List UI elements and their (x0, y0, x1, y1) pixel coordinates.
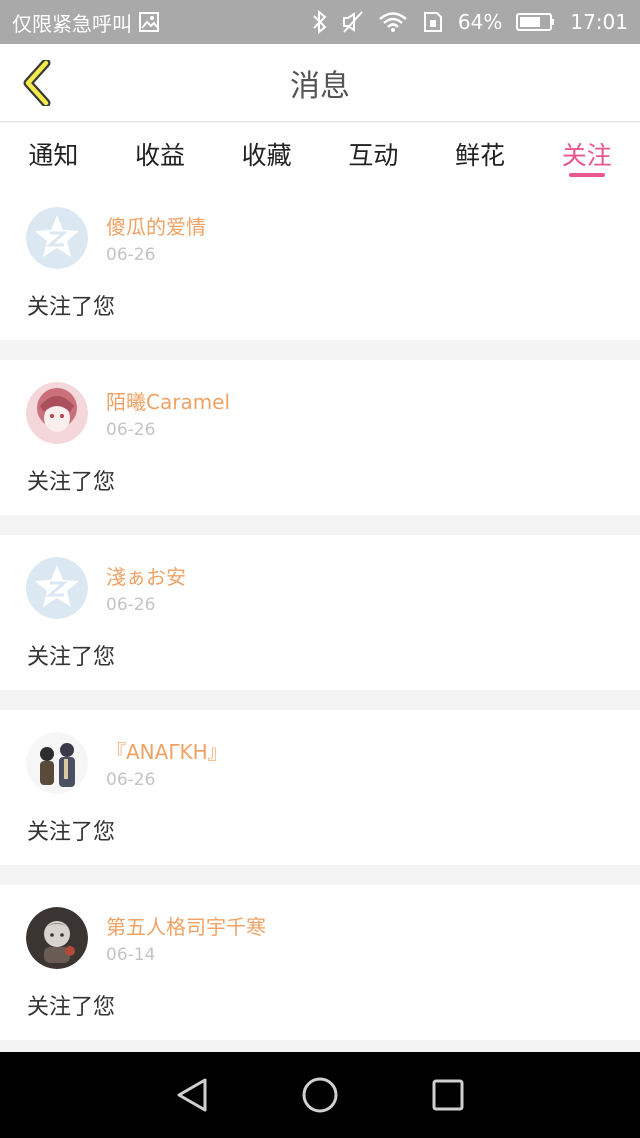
username[interactable]: 傻瓜的爱情 (106, 211, 206, 240)
list-item[interactable]: 淺ぁお安 06-26 关注了您 (0, 535, 640, 690)
bluetooth-icon (312, 10, 328, 34)
username[interactable]: 淺ぁお安 (106, 561, 186, 590)
status-bar: 仅限紧急呼叫 64% 17:01 (0, 0, 640, 44)
action-text: 关注了您 (27, 645, 116, 670)
mute-icon (342, 10, 364, 34)
tab-interactions[interactable]: 互动 (320, 123, 427, 185)
date: 06-26 (106, 420, 156, 440)
default-avatar-icon[interactable] (26, 207, 88, 269)
square-recents-icon (432, 1079, 464, 1111)
user-avatar[interactable] (26, 732, 88, 794)
back-button[interactable] (12, 56, 62, 110)
tab-notifications[interactable]: 通知 (0, 123, 107, 185)
triangle-back-icon (177, 1078, 207, 1112)
username[interactable]: 陌曦Caramel (106, 386, 230, 415)
default-avatar-icon[interactable] (26, 557, 88, 619)
action-text: 关注了您 (27, 470, 116, 495)
tab-favorites[interactable]: 收藏 (213, 123, 320, 185)
list-item[interactable]: 『ΑΝΑΓΚΗ』 06-26 关注了您 (0, 710, 640, 865)
header: 消息 (0, 44, 640, 122)
tab-bar: 通知 收益 收藏 互动 鲜花 关注 (0, 123, 640, 185)
date: 06-26 (106, 770, 156, 790)
image-icon (138, 11, 160, 33)
wifi-icon (378, 11, 408, 33)
user-avatar[interactable] (26, 907, 88, 969)
system-nav-bar (0, 1052, 640, 1138)
action-text: 关注了您 (27, 295, 116, 320)
action-text: 关注了您 (27, 820, 116, 845)
nav-back-button[interactable] (162, 1065, 222, 1125)
username[interactable]: 『ΑΝΑΓΚΗ』 (106, 736, 228, 765)
circle-home-icon (302, 1077, 338, 1113)
username[interactable]: 第五人格司宇千寒 (106, 911, 266, 940)
list-item[interactable]: 陌曦Caramel 06-26 关注了您 (0, 360, 640, 515)
tab-follows[interactable]: 关注 (533, 123, 640, 185)
list-item[interactable]: 第五人格司宇千寒 06-14 关注了您 (0, 885, 640, 1040)
nav-home-button[interactable] (290, 1065, 350, 1125)
tab-earnings[interactable]: 收益 (107, 123, 214, 185)
clock: 17:01 (570, 10, 628, 34)
sim-icon (422, 11, 444, 33)
battery-icon (516, 12, 556, 32)
nav-recents-button[interactable] (418, 1065, 478, 1125)
list-item[interactable]: 傻瓜的爱情 06-26 关注了您 (0, 185, 640, 340)
date: 06-14 (106, 945, 156, 965)
date: 06-26 (106, 595, 156, 615)
date: 06-26 (106, 245, 156, 265)
chevron-left-icon (23, 60, 51, 106)
battery-percent: 64% (457, 10, 503, 34)
tab-flowers[interactable]: 鲜花 (427, 123, 534, 185)
action-text: 关注了您 (27, 995, 116, 1020)
user-avatar[interactable] (26, 382, 88, 444)
page-title: 消息 (290, 69, 350, 104)
carrier-text: 仅限紧急呼叫 (12, 11, 132, 36)
follow-list: 傻瓜的爱情 06-26 关注了您 陌曦Caramel 06-26 关注了您 淺ぁ… (0, 185, 640, 1060)
